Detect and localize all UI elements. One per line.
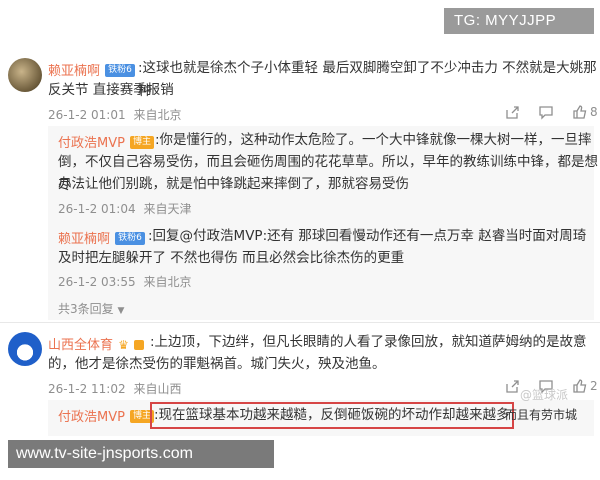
reply-meta: 26-1-2 01:04 来自天津	[58, 200, 191, 217]
like-icon[interactable]	[572, 104, 588, 120]
comment-icon[interactable]	[538, 104, 554, 120]
like-icon[interactable]	[572, 378, 588, 394]
fan-badge: 铁粉6	[115, 232, 145, 245]
share-icon[interactable]	[504, 378, 520, 394]
comment-text: 反关节 直接赛季报销	[48, 82, 174, 98]
tg-watermark: TG: MYYJJPP	[444, 8, 594, 34]
location: 来自天津	[143, 202, 192, 216]
username[interactable]: 山西全体育	[48, 338, 113, 353]
comment-text: :这球也就是徐杰个子小体重轻 最后双脚腾空卸了不少冲击力 不然就是大姚那种	[138, 60, 597, 99]
reply-meta: 26-1-2 03:55 来自北京	[58, 273, 191, 290]
like-count: 8	[590, 105, 598, 119]
reply-header: 付政浩MVP 博主	[58, 132, 155, 151]
timestamp: 26-1-2 11:02	[48, 382, 126, 396]
reply-header: 付政浩MVP 博主	[58, 406, 155, 425]
fan-badge: 铁粉6	[105, 64, 135, 77]
vip-badge-icon	[133, 339, 144, 350]
timestamp: 26-1-2 03:55	[58, 275, 136, 289]
comment-meta: 26-1-2 01:01 来自北京	[48, 106, 181, 123]
username[interactable]: 付政浩MVP	[58, 410, 125, 425]
chevron-down-icon: ▼	[117, 306, 125, 316]
reply-text: :回复@付政浩MVP:还有 那球回看慢动作还有一点万幸 赵睿当时面对周琦	[148, 228, 587, 244]
comment-header: 赖亚楠啊 铁粉6	[48, 60, 135, 79]
location: 来自北京	[143, 275, 192, 289]
username[interactable]: 赖亚楠啊	[58, 232, 110, 247]
avatar[interactable]	[8, 58, 42, 92]
location: 来自山西	[133, 382, 182, 396]
more-replies-label: 共3条回复	[58, 302, 114, 316]
reply-text: 办法让他们别跳，就是怕中锋跳起来摔倒了，那就容易受伤	[58, 176, 409, 192]
comment-text: :上边顶，下边绊，但凡长眼睛的人看了录像回放，就知道萨姆纳的是故意	[150, 334, 587, 350]
comment-header: 山西全体育 ♛	[48, 334, 144, 353]
location: 来自北京	[133, 108, 182, 122]
comment-actions: 8	[504, 104, 598, 120]
comment-text: 的，他才是徐杰受伤的罪魁祸首。城门失火，殃及池鱼。	[48, 356, 386, 372]
highlighted-reply-text: :现在篮球基本功越来越糙，反倒砸饭碗的坏动作却越来越多	[150, 402, 514, 429]
comment-meta: 26-1-2 11:02 来自山西	[48, 380, 181, 397]
reply-text: :你是懂行的，这种动作太危险了。一个大中锋就像一棵大树一样，一旦摔	[155, 132, 592, 148]
username[interactable]: 付政浩MVP	[58, 136, 125, 151]
author-badge: 博主	[130, 136, 155, 149]
reply-text: 而且有劳市城	[505, 408, 578, 422]
more-replies-link[interactable]: 共3条回复 ▼	[58, 300, 124, 317]
avatar[interactable]	[8, 332, 42, 366]
reply-header: 赖亚楠啊 铁粉6	[58, 228, 145, 247]
like-count: 2	[590, 379, 598, 393]
timestamp: 26-1-2 01:04	[58, 202, 136, 216]
timestamp: 26-1-2 01:01	[48, 108, 126, 122]
reply-text: 及时把左腿躲开了 不然也得伤 而且必然会比徐杰伤的更重	[58, 250, 405, 266]
crown-icon: ♛	[118, 338, 129, 352]
corner-watermark: @篮球派	[520, 388, 569, 402]
username[interactable]: 赖亚楠啊	[48, 64, 100, 79]
share-icon[interactable]	[504, 104, 520, 120]
divider	[0, 322, 600, 323]
site-watermark: www.tv-site-jnsports.com	[8, 440, 274, 468]
